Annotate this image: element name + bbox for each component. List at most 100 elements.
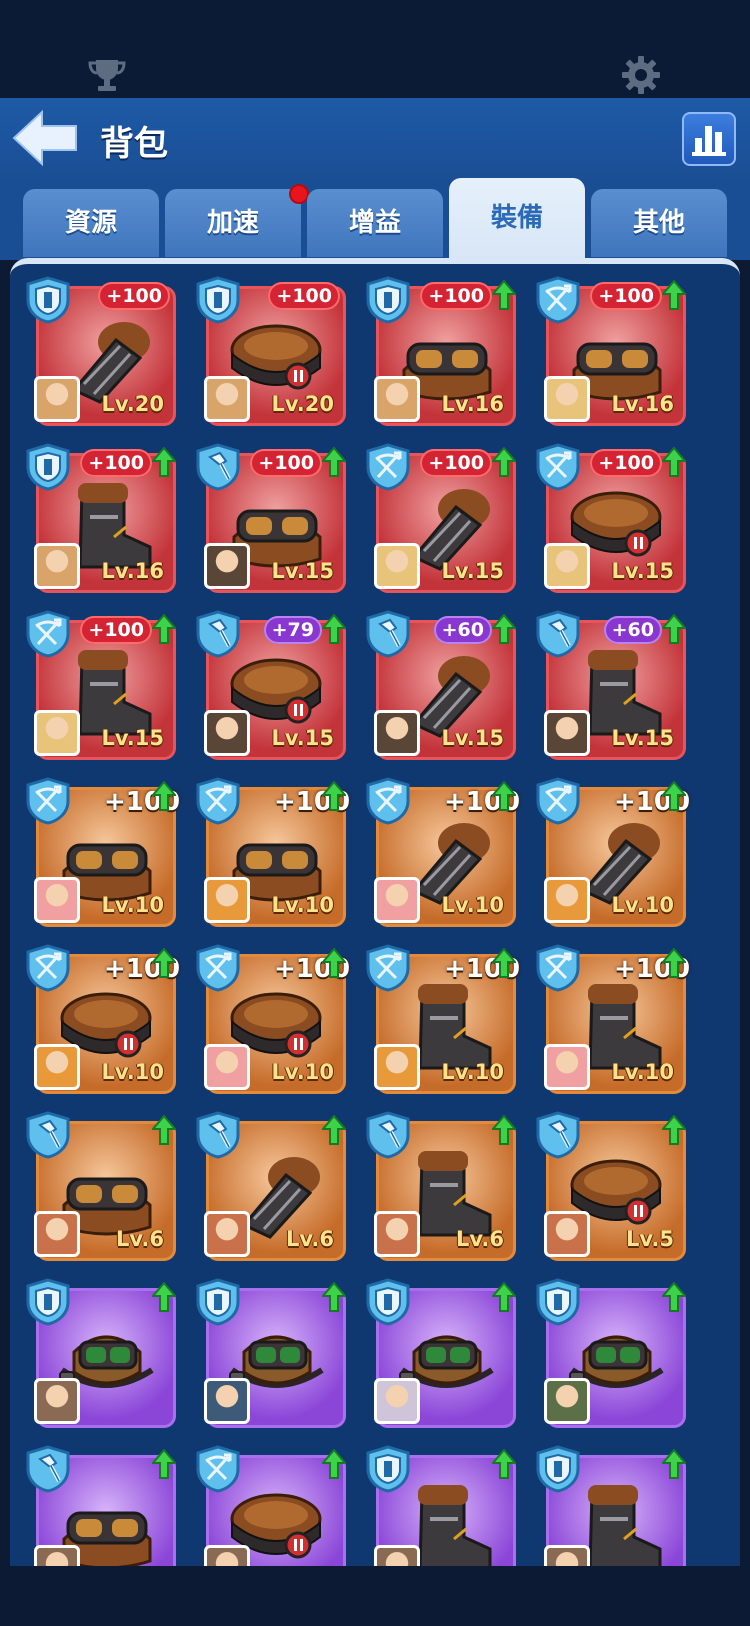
upgrade-arrow-icon [152, 948, 176, 978]
equipment-item[interactable]: +100 Lv.15 [536, 443, 686, 593]
hero-avatar [374, 1378, 420, 1424]
equipment-item[interactable]: +79 Lv.15 [196, 610, 346, 760]
upgrade-arrow-icon [492, 1282, 516, 1312]
upgrade-arrow-icon [322, 781, 346, 811]
equipment-item[interactable] [196, 1445, 346, 1572]
equipment-item[interactable]: +60 Lv.15 [536, 610, 686, 760]
hammer-icon [536, 610, 580, 658]
back-arrow-button[interactable] [10, 108, 80, 168]
level-label: Lv.10 [271, 893, 334, 917]
equipment-item[interactable] [26, 1445, 176, 1572]
bonus-badge: +100 [420, 282, 492, 310]
upgrade-arrow-icon [492, 1115, 516, 1145]
equipment-item[interactable]: Lv.6 [366, 1111, 516, 1261]
equipment-item[interactable]: Lv.6 [196, 1111, 346, 1261]
crossbow-icon [366, 944, 410, 992]
upgrade-arrow-icon [322, 1115, 346, 1145]
hero-avatar [544, 1378, 590, 1424]
equipment-item[interactable]: +100 Lv.10 [196, 944, 350, 1094]
hammer-icon [366, 610, 410, 658]
equipment-item[interactable]: +100 Lv.10 [366, 944, 520, 1094]
tab-resources[interactable]: 資源 [23, 189, 159, 257]
equipment-item[interactable]: +100 Lv.15 [26, 610, 176, 760]
upgrade-arrow-icon [662, 781, 686, 811]
bottom-bar [0, 1566, 750, 1626]
level-label: Lv.16 [101, 559, 164, 583]
trophy-icon[interactable] [84, 52, 130, 98]
crossbow-icon [196, 1445, 240, 1493]
shield-icon [26, 443, 70, 491]
tab-label: 裝備 [490, 203, 543, 233]
upgrade-arrow-icon [322, 447, 346, 477]
equipment-item[interactable]: +100 Lv.10 [196, 777, 350, 927]
equipment-item[interactable]: +100 Lv.16 [26, 443, 176, 593]
hero-avatar [544, 376, 590, 422]
equipment-item[interactable]: +60 Lv.15 [366, 610, 516, 760]
equipment-item[interactable] [536, 1445, 686, 1572]
bonus-badge: +79 [263, 616, 322, 644]
level-label: Lv.10 [101, 1060, 164, 1084]
hero-avatar [544, 543, 590, 589]
hero-avatar [204, 1378, 250, 1424]
tab-label: 加速 [206, 208, 259, 238]
equipment-item[interactable]: +100 Lv.16 [366, 276, 516, 426]
hero-avatar [374, 710, 420, 756]
hero-avatar [544, 1044, 590, 1090]
level-label: Lv.15 [271, 726, 334, 750]
equipment-item[interactable]: +100 Lv.16 [536, 276, 686, 426]
hero-avatar [204, 877, 250, 923]
bonus-badge: +100 [268, 282, 340, 310]
tab-boosts[interactable]: 增益 [307, 189, 443, 257]
hero-avatar [544, 1211, 590, 1257]
equipment-item[interactable] [366, 1278, 516, 1428]
hammer-icon [196, 610, 240, 658]
equipment-item[interactable]: +100 Lv.10 [536, 777, 690, 927]
crossbow-icon [366, 443, 410, 491]
level-label: Lv.6 [456, 1227, 504, 1251]
level-label: Lv.6 [116, 1227, 164, 1251]
equipment-item[interactable]: Lv.6 [26, 1111, 176, 1261]
hammer-icon [366, 1111, 410, 1159]
settings-gear-icon[interactable] [618, 52, 664, 98]
level-label: Lv.10 [271, 1060, 334, 1084]
upgrade-arrow-icon [152, 614, 176, 644]
hero-avatar [34, 1044, 80, 1090]
equipment-item[interactable]: +100 Lv.15 [196, 443, 346, 593]
equipment-item[interactable]: +100 Lv.10 [26, 777, 180, 927]
bonus-badge: +100 [420, 449, 492, 477]
equipment-item[interactable]: +100 Lv.10 [536, 944, 690, 1094]
hero-avatar [204, 1044, 250, 1090]
crossbow-icon [536, 944, 580, 992]
upgrade-arrow-icon [152, 1115, 176, 1145]
equipment-item[interactable]: +100 Lv.20 [26, 276, 176, 426]
tab-label: 其他 [632, 208, 685, 238]
level-label: Lv.20 [271, 392, 334, 416]
level-label: Lv.10 [611, 893, 674, 917]
bonus-badge: +100 [80, 616, 152, 644]
equipment-item[interactable]: +100 Lv.20 [196, 276, 346, 426]
hammer-icon [536, 1111, 580, 1159]
equipment-item[interactable]: +100 Lv.10 [366, 777, 520, 927]
tab-speedups[interactable]: 加速 [165, 189, 301, 257]
hero-avatar [374, 543, 420, 589]
stats-button[interactable] [682, 112, 736, 166]
equipment-item[interactable] [366, 1445, 516, 1572]
upgrade-arrow-icon [152, 1282, 176, 1312]
tab-equipment[interactable]: 裝備 [449, 178, 585, 258]
tab-other[interactable]: 其他 [591, 189, 727, 257]
equipment-item[interactable] [196, 1278, 346, 1428]
hero-avatar [34, 877, 80, 923]
equipment-item[interactable]: +100 Lv.15 [366, 443, 516, 593]
equipment-item[interactable] [536, 1278, 686, 1428]
upgrade-arrow-icon [662, 614, 686, 644]
equipment-item[interactable] [26, 1278, 176, 1428]
shield-icon [536, 1278, 580, 1326]
equipment-item[interactable]: +100 Lv.10 [26, 944, 180, 1094]
hero-avatar [374, 877, 420, 923]
upgrade-arrow-icon [322, 614, 346, 644]
hero-avatar [204, 710, 250, 756]
level-label: Lv.15 [441, 559, 504, 583]
upgrade-arrow-icon [322, 1282, 346, 1312]
equipment-item[interactable]: Lv.5 [536, 1111, 686, 1261]
shield-icon [26, 276, 70, 324]
